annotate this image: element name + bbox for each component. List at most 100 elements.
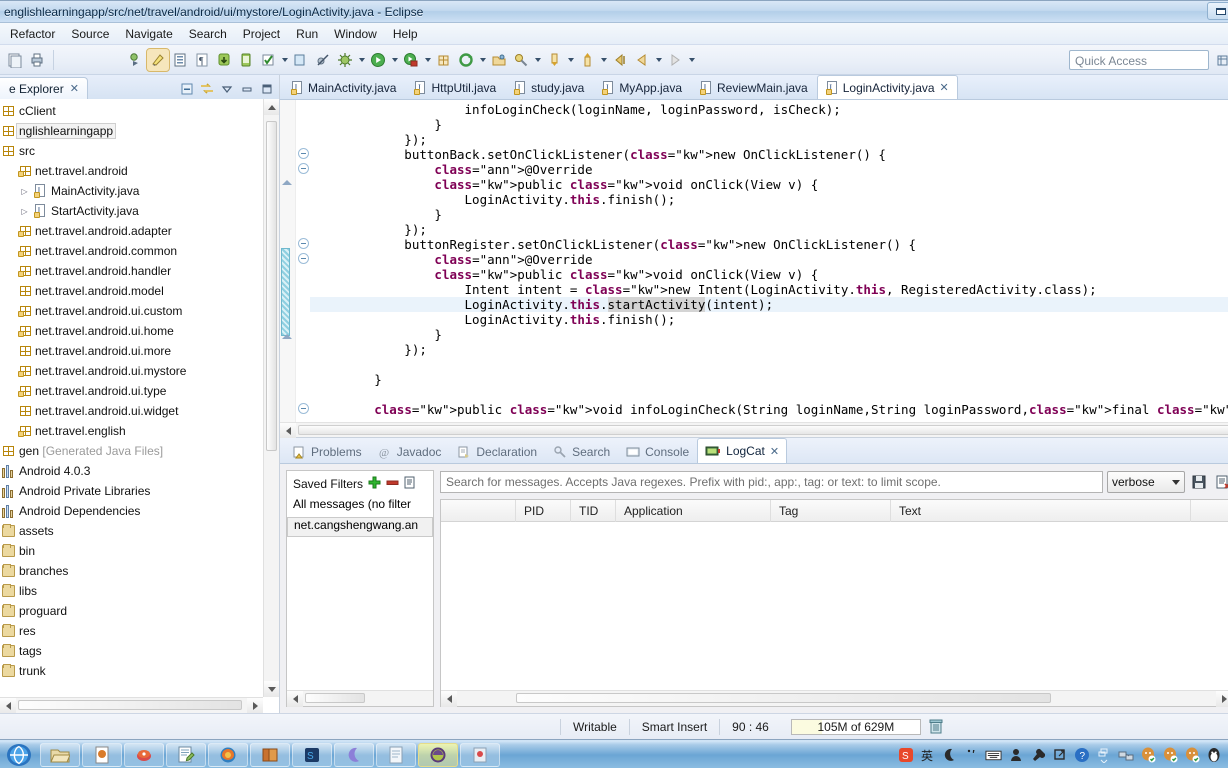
tree-item[interactable]: net.travel.android — [2, 161, 263, 181]
logcat-scroll-right-button[interactable] — [1216, 691, 1228, 707]
clear-log-icon[interactable] — [1213, 474, 1228, 490]
scroll-left-button[interactable] — [0, 698, 16, 713]
new-android-icon[interactable] — [290, 49, 312, 71]
scroll-right-button[interactable] — [247, 698, 263, 713]
heap-status-bar[interactable]: 105M of 629M — [790, 718, 921, 735]
code-line[interactable]: buttonRegister.setOnClickListener(class=… — [310, 237, 1228, 252]
tray-ime-settings-icon[interactable] — [1029, 747, 1046, 764]
view-toolbar[interactable] — [179, 81, 275, 97]
tree-item[interactable]: ▷res — [0, 621, 263, 641]
editor-tab-loginactivity-java[interactable]: J LoginActivity.java ✕ — [816, 75, 958, 99]
code-line[interactable]: buttonBack.setOnClickListener(class="kw"… — [310, 147, 1228, 162]
log-level-select[interactable]: verbose — [1107, 471, 1185, 493]
menu-window[interactable]: Window — [326, 24, 385, 44]
back-nav-icon[interactable] — [631, 49, 653, 71]
tree-item[interactable]: nglishlearningapp — [0, 121, 263, 141]
bottom-tab-logcat[interactable]: LogCat ✕ — [697, 438, 788, 463]
tree-item[interactable]: Android Dependencies — [0, 501, 263, 521]
bottom-tab-search[interactable]: Search — [545, 439, 618, 463]
taskbar-explorer-icon[interactable] — [40, 742, 80, 767]
folding-ruler[interactable] — [296, 100, 310, 422]
tree-item[interactable]: ▷proguard — [0, 601, 263, 621]
code-line[interactable] — [310, 357, 1228, 372]
restore-button[interactable] — [1207, 2, 1228, 20]
tray-qq-icon-1[interactable] — [1139, 747, 1156, 764]
debug-icon[interactable] — [334, 49, 356, 71]
start-orb[interactable] — [2, 742, 36, 768]
close-icon[interactable]: ✕ — [70, 82, 79, 95]
previous-edit-dropdown-arrow-icon[interactable] — [565, 49, 576, 71]
taskbar-app-icon[interactable] — [460, 742, 500, 767]
tray-help-icon[interactable]: ? — [1073, 747, 1090, 764]
tree-item[interactable]: net.travel.android.ui.more — [2, 341, 263, 361]
fold-toggle-icon[interactable] — [298, 403, 309, 414]
editor-tab-reviewmain-java[interactable]: J ReviewMain.java — [691, 76, 817, 99]
print-icon[interactable] — [26, 49, 48, 71]
search-icon[interactable] — [510, 49, 532, 71]
tree-item[interactable]: Android Private Libraries — [0, 481, 263, 501]
show-whitespace-icon[interactable]: ¶ — [191, 49, 213, 71]
scroll-down-button[interactable] — [264, 681, 279, 697]
close-icon[interactable]: ✕ — [770, 445, 779, 458]
taskbar-moon-icon[interactable] — [334, 742, 374, 767]
minimize-icon[interactable] — [239, 81, 255, 97]
tree-item[interactable]: net.travel.android.model — [2, 281, 263, 301]
tree-item[interactable]: net.travel.android.ui.home — [2, 321, 263, 341]
tray-ime-user-icon[interactable] — [1007, 747, 1024, 764]
code-line[interactable]: class="ann">@Override — [310, 162, 1228, 177]
fold-toggle-icon[interactable] — [298, 253, 309, 264]
bottom-tab-problems[interactable]: Problems — [284, 439, 370, 463]
view-menu-icon[interactable] — [219, 81, 235, 97]
tree-item[interactable]: ▷assets — [0, 521, 263, 541]
tree-item[interactable]: ▷libs — [0, 581, 263, 601]
fold-toggle-icon[interactable] — [298, 163, 309, 174]
tree-item[interactable]: ▷trunk — [0, 661, 263, 681]
code-line[interactable]: LoginActivity.this.startActivity(intent)… — [310, 297, 1228, 312]
back-dropdown-arrow-icon[interactable] — [653, 49, 664, 71]
editor-tab-httputil-java[interactable]: J HttpUtil.java — [405, 76, 505, 99]
code-line[interactable] — [310, 387, 1228, 402]
back-icon[interactable] — [609, 49, 631, 71]
code-line[interactable]: }); — [310, 342, 1228, 357]
logcat-column-level[interactable] — [441, 499, 516, 522]
code-line[interactable]: class="ann">@Override — [310, 252, 1228, 267]
collapse-all-icon[interactable] — [179, 81, 195, 97]
editor-tab-myapp-java[interactable]: J MyApp.java — [593, 76, 691, 99]
next-annotation-icon[interactable] — [576, 49, 598, 71]
menu-search[interactable]: Search — [181, 24, 235, 44]
previous-edit-icon[interactable] — [543, 49, 565, 71]
tray-qq-icon-2[interactable] — [1161, 747, 1178, 764]
logcat-table[interactable]: PID TID Application Tag Text — [440, 499, 1228, 707]
tree-item[interactable]: net.travel.android.ui.custom — [2, 301, 263, 321]
menu-bar[interactable]: Refactor Source Navigate Search Project … — [0, 23, 1228, 45]
expand-arrow-icon[interactable]: ▷ — [18, 207, 31, 216]
check-icon[interactable] — [257, 49, 279, 71]
taskbar-notepad-plus-icon[interactable] — [166, 742, 206, 767]
saved-filters-list[interactable]: All messages (no filter net.cangshengwang… — [287, 497, 433, 537]
explorer-scroll-thumb[interactable] — [266, 121, 277, 451]
code-line[interactable]: infoLoginCheck(loginName, loginPassword,… — [310, 102, 1228, 117]
forward-icon[interactable] — [664, 49, 686, 71]
explorer-vertical-scrollbar[interactable] — [263, 99, 279, 697]
bottom-tab-console[interactable]: Console — [618, 439, 697, 463]
annotation-ruler[interactable] — [280, 100, 296, 422]
explorer-horizontal-scrollbar[interactable] — [0, 697, 263, 713]
code-line[interactable]: LoginActivity.this.finish(); — [310, 312, 1228, 327]
logcat-column-pid[interactable]: PID — [516, 499, 571, 522]
menu-help[interactable]: Help — [385, 24, 426, 44]
save-log-icon[interactable] — [1189, 474, 1209, 490]
add-filter-icon[interactable] — [368, 476, 381, 492]
code-line[interactable]: LoginActivity.this.finish(); — [310, 192, 1228, 207]
code-line[interactable]: Intent intent = class="kw">new Intent(Lo… — [310, 282, 1228, 297]
filters-scroll-left-button[interactable] — [287, 691, 303, 707]
expand-arrow-icon[interactable]: ▷ — [18, 187, 31, 196]
tray-ime-punctuation-icon[interactable] — [963, 747, 980, 764]
bottom-tab-declaration[interactable]: Declaration — [449, 439, 545, 463]
tree-item[interactable]: net.travel.android.ui.widget — [2, 401, 263, 421]
explorer-hscroll-thumb[interactable] — [18, 700, 242, 710]
code-line[interactable]: } — [310, 207, 1228, 222]
code-scroll-left-button[interactable] — [280, 423, 296, 438]
logcat-hscroll-thumb[interactable] — [516, 693, 1051, 703]
code-line[interactable]: class="kw">public class="kw">void onClic… — [310, 267, 1228, 282]
logcat-column-application[interactable]: Application — [616, 499, 771, 522]
